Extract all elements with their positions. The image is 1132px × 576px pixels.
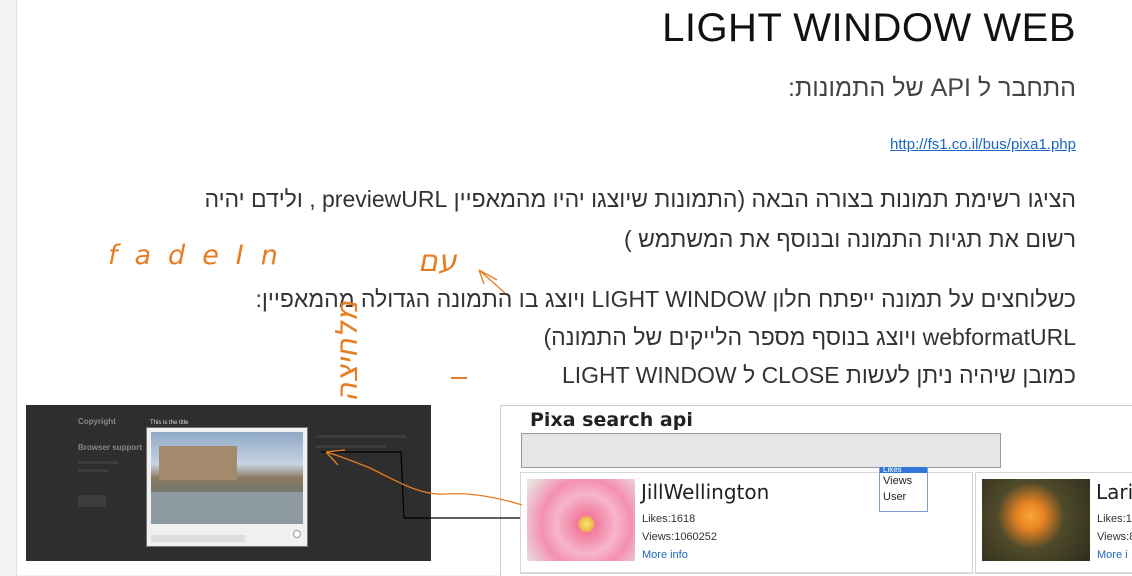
page-title: LIGHT WINDOW WEB [662, 6, 1076, 50]
handwritten-im: עם [418, 244, 457, 279]
lightbox-example-screenshot: Copyright Browser support This is the ti… [26, 405, 431, 561]
result-user: Lari [1096, 480, 1132, 504]
lightbox-side-title: Copyright [78, 417, 116, 426]
result-user: JillWellington [641, 480, 770, 504]
lightbox-side-box [78, 495, 106, 507]
result-card[interactable]: Lari Likes:1 Views:8 More i [975, 472, 1132, 574]
pixa-app-screenshot: Pixa search api JillWellington Likes:161… [500, 405, 1132, 576]
sort-dropdown-list[interactable]: Likes Views User [879, 467, 928, 512]
paragraph-2-line-2: webformatURL ויוצג בנוסף מספר הלייקים של… [543, 324, 1076, 350]
result-thumbnail[interactable] [982, 479, 1090, 561]
lightbox-side-line [78, 469, 108, 472]
lightbox-photo-building [159, 446, 237, 480]
result-views: Views:1060252 [642, 531, 718, 543]
result-more-info-link[interactable]: More i [1097, 549, 1128, 561]
lightbox-side-line [316, 445, 386, 448]
paragraph-2-line-1: כשלוחצים על תמונה ייפתח חלון LIGHT WINDO… [255, 286, 1076, 312]
handwritten-fade-in: fadeIn [108, 240, 295, 271]
lightbox-close-icon [293, 530, 301, 538]
lightbox-side-line [78, 461, 118, 464]
lightbox-photo-water [151, 492, 303, 524]
lightbox-side-line [316, 435, 406, 438]
paragraph-1-line-2: רשום את תגיות התמונה ובנוסף את המשתמש ) [624, 226, 1076, 252]
sort-option-views[interactable]: Views [880, 473, 927, 489]
result-likes: Likes:1618 [642, 513, 696, 525]
pixa-title: Pixa search api [530, 409, 693, 431]
paragraph-2-line-3: כמובן שיהיה ניתן לעשות CLOSE ל LIGHT WIN… [561, 362, 1076, 388]
result-thumbnail[interactable] [527, 479, 635, 561]
paragraph-1-line-1: הציגו רשימת תמונות בצורה הבאה (התמונות ש… [204, 186, 1076, 212]
lightbox-side-subtitle: Browser support [78, 443, 143, 452]
lightbox-comment-bar [151, 535, 245, 542]
lightbox-frame [146, 427, 308, 547]
result-more-info-link[interactable]: More info [642, 549, 688, 561]
sort-option-user[interactable]: User [880, 489, 927, 505]
api-instruction: התחבר ל API של התמונות: [788, 74, 1076, 102]
result-views: Views:8 [1097, 531, 1132, 543]
result-likes: Likes:1 [1097, 513, 1132, 525]
pixa-divider [520, 572, 1132, 573]
lightbox-photo [151, 432, 303, 524]
pixa-search-input[interactable] [521, 433, 1001, 468]
handwritten-noted: מלחיצה [330, 300, 365, 402]
annotation-dash [451, 377, 467, 379]
lightbox-caption: This is the title [150, 420, 189, 426]
api-link[interactable]: http://fs1.co.il/bus/pixa1.php [890, 136, 1076, 153]
